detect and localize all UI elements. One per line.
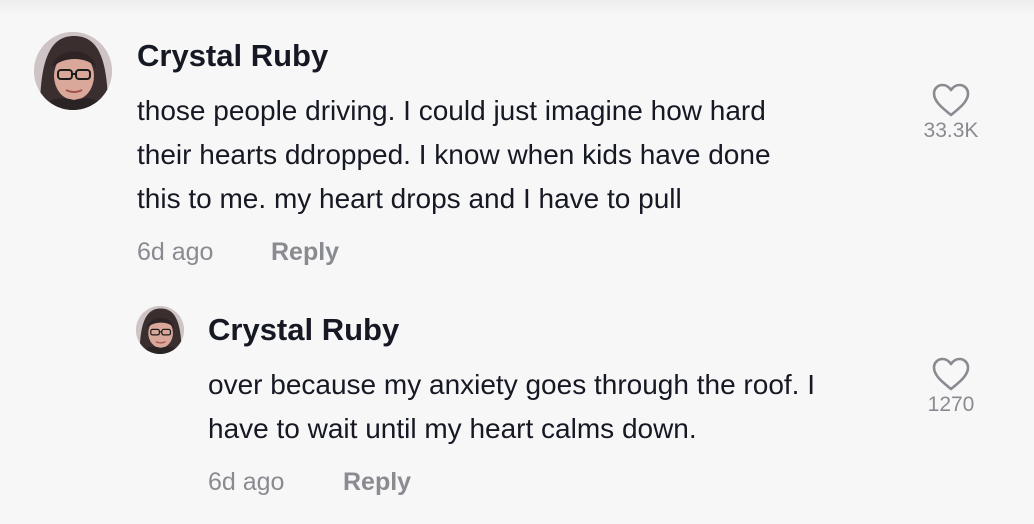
reply-button[interactable]: Reply <box>271 240 339 265</box>
like-button[interactable]: 1270 <box>906 356 996 415</box>
like-button[interactable]: 33.3K <box>906 82 996 141</box>
avatar[interactable] <box>136 306 184 354</box>
comment-text: over because my anxiety goes through the… <box>208 369 816 444</box>
comment-item: Crystal Ruby those people driving. I cou… <box>0 0 1034 280</box>
like-count: 1270 <box>927 393 975 416</box>
avatar[interactable] <box>34 32 112 110</box>
heart-outline-icon <box>932 83 970 117</box>
comment-timestamp: 6d ago <box>137 238 214 266</box>
comment-timestamp: 6d ago <box>208 468 285 496</box>
profile-photo-avatar <box>136 306 184 354</box>
comment-username[interactable]: Crystal Ruby <box>137 40 328 71</box>
heart-outline-icon <box>932 357 970 391</box>
like-count: 33.3K <box>923 119 979 142</box>
reply-comment-item: Crystal Ruby over because my anxiety goe… <box>0 290 1034 524</box>
comment-text: those people driving. I could just imagi… <box>137 95 771 214</box>
reply-button[interactable]: Reply <box>343 470 411 495</box>
profile-photo-avatar <box>34 32 112 110</box>
comment-username[interactable]: Crystal Ruby <box>208 314 399 345</box>
